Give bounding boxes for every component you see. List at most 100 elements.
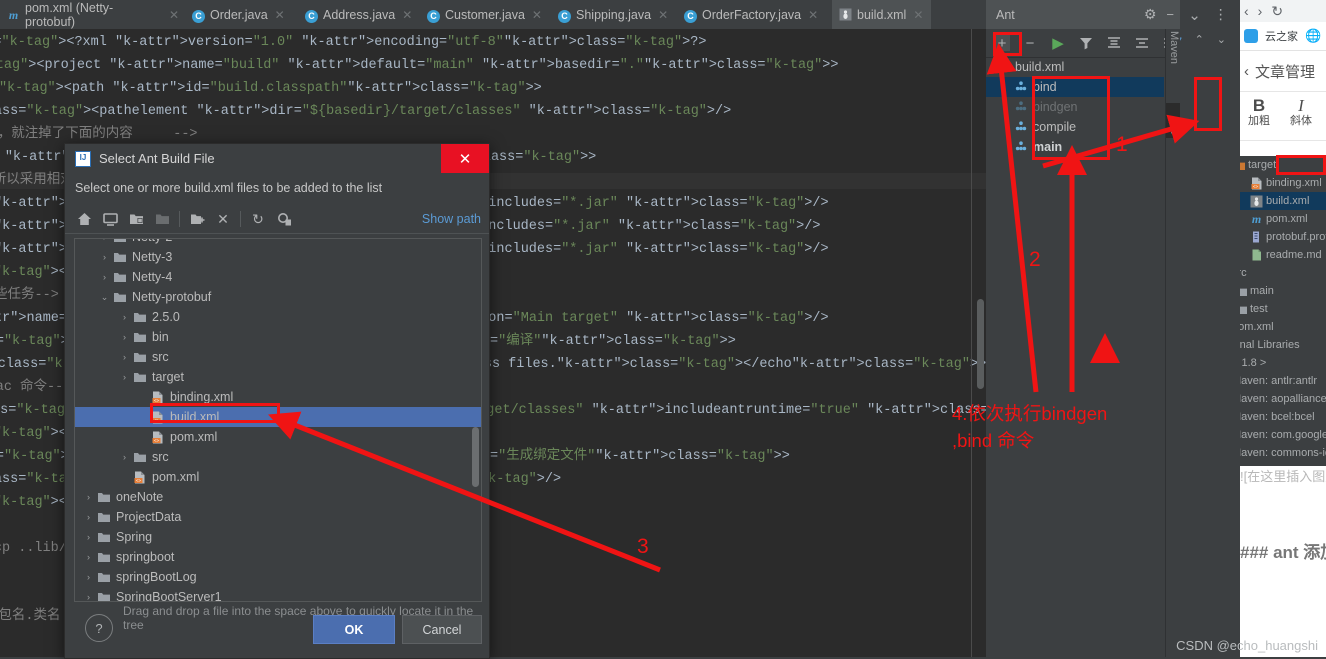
chevron-down-icon[interactable]: ⌄ bbox=[99, 292, 110, 303]
file-tree-label: springboot bbox=[116, 550, 175, 564]
forward-icon[interactable]: › bbox=[1258, 3, 1263, 19]
file-chooser-toolbar[interactable]: ✕ ↻ Show path bbox=[65, 205, 489, 234]
tab-bar-actions[interactable]: ⌄ ⋮ bbox=[1176, 0, 1240, 29]
more-options-icon[interactable]: ⋮ bbox=[1214, 6, 1228, 23]
right-tool-window-stripe[interactable]: Maven Ant bbox=[1165, 29, 1180, 657]
stripe-tab-ant[interactable]: Ant bbox=[1166, 103, 1180, 138]
file-tree-row-0[interactable]: › Netty-2 bbox=[75, 239, 481, 247]
file-tree-row-4[interactable]: › 2.5.0 bbox=[75, 307, 481, 327]
back-chevron-icon[interactable]: ‹ bbox=[1244, 63, 1249, 80]
dialog-close-button[interactable]: ✕ bbox=[441, 144, 489, 173]
close-tab-icon[interactable]: ✕ bbox=[275, 9, 285, 21]
ant-tree-row-build.xml[interactable]: build.xml bbox=[986, 57, 1164, 77]
editor-tab-2[interactable]: C Address.java ✕ bbox=[298, 0, 420, 29]
close-tab-icon[interactable]: ✕ bbox=[658, 9, 668, 21]
bookmark-label[interactable]: 云之家 bbox=[1265, 28, 1298, 44]
folder-icon bbox=[113, 251, 127, 264]
stripe-tab-maven[interactable]: Maven bbox=[1166, 31, 1180, 64]
md-tree-label: pom.xml bbox=[1240, 321, 1274, 333]
chevron-right-icon[interactable]: › bbox=[99, 252, 110, 262]
file-tree-row-5[interactable]: › bin bbox=[75, 327, 481, 347]
chevron-down-icon[interactable]: ⌄ bbox=[1188, 6, 1201, 24]
ok-button[interactable]: OK bbox=[313, 615, 395, 644]
file-tree-row-10[interactable]: <> pom.xml bbox=[75, 427, 481, 447]
chevron-right-icon[interactable]: › bbox=[119, 452, 130, 462]
file-tree-row-17[interactable]: › springBootLog bbox=[75, 567, 481, 587]
chevron-right-icon[interactable]: › bbox=[99, 272, 110, 282]
italic-button[interactable]: I 斜体 bbox=[1290, 96, 1312, 128]
article-manage-bar[interactable]: ‹ 文章管理 bbox=[1240, 51, 1326, 92]
close-tab-icon[interactable]: ✕ bbox=[402, 9, 412, 21]
file-tree-row-18[interactable]: › SpringBootServer1 bbox=[75, 587, 481, 602]
help-button[interactable]: ? bbox=[85, 614, 113, 642]
new-folder-button[interactable] bbox=[186, 209, 208, 229]
chevron-right-icon[interactable]: › bbox=[83, 512, 94, 522]
editor-tab-6[interactable]: build.xml ✕ bbox=[832, 0, 931, 29]
editor-tab-1[interactable]: C Order.java ✕ bbox=[185, 0, 298, 29]
file-tree-row-11[interactable]: › src bbox=[75, 447, 481, 467]
file-tree-row-6[interactable]: › src bbox=[75, 347, 481, 367]
show-hidden-button[interactable] bbox=[273, 209, 295, 229]
chevron-right-icon[interactable]: › bbox=[83, 552, 94, 562]
bold-button[interactable]: B 加粗 bbox=[1248, 96, 1270, 128]
file-tree-label: SpringBootServer1 bbox=[116, 590, 222, 602]
folder-icon bbox=[113, 291, 127, 304]
file-tree-row-13[interactable]: › oneNote bbox=[75, 487, 481, 507]
reload-icon[interactable]: ↻ bbox=[1271, 3, 1283, 20]
folder-icon bbox=[133, 351, 147, 364]
editor-tab-3[interactable]: C Customer.java ✕ bbox=[420, 0, 551, 29]
chevron-right-icon[interactable]: › bbox=[119, 332, 130, 342]
file-tree-row-14[interactable]: › ProjectData bbox=[75, 507, 481, 527]
prev-highlight-icon[interactable]: ⌃ bbox=[1195, 33, 1204, 46]
file-tree-row-3[interactable]: ⌄ Netty-protobuf bbox=[75, 287, 481, 307]
run-build-button[interactable]: ▶ bbox=[1050, 35, 1066, 51]
expand-all-button[interactable] bbox=[1106, 35, 1122, 51]
file-tree-scrollbar-thumb[interactable] bbox=[472, 427, 479, 487]
file-tree-row-1[interactable]: › Netty-3 bbox=[75, 247, 481, 267]
chevron-right-icon[interactable]: › bbox=[83, 572, 94, 582]
file-tree-label: Netty-protobuf bbox=[132, 290, 212, 304]
remove-build-file-button[interactable]: − bbox=[1022, 35, 1038, 51]
chevron-right-icon[interactable]: › bbox=[83, 592, 94, 601]
back-icon[interactable]: ‹ bbox=[1244, 3, 1249, 19]
close-tab-icon[interactable]: ✕ bbox=[169, 9, 179, 21]
editor-tab-4[interactable]: C Shipping.java ✕ bbox=[551, 0, 677, 29]
next-highlight-icon[interactable]: ⌄ bbox=[1217, 33, 1226, 46]
close-tab-icon[interactable]: ✕ bbox=[808, 9, 818, 21]
browser-nav-bar[interactable]: ‹ › ↻ bbox=[1240, 0, 1326, 22]
file-tree-row-15[interactable]: › Spring bbox=[75, 527, 481, 547]
collapse-all-button[interactable] bbox=[1134, 35, 1150, 51]
chevron-right-icon[interactable]: › bbox=[119, 312, 130, 322]
chevron-right-icon[interactable]: › bbox=[99, 239, 110, 242]
file-tree-row-12[interactable]: <> pom.xml bbox=[75, 467, 481, 487]
refresh-button[interactable]: ↻ bbox=[247, 209, 269, 229]
close-tab-icon[interactable]: ✕ bbox=[532, 9, 542, 21]
show-path-link[interactable]: Show path bbox=[422, 212, 481, 226]
editor-scrollbar-thumb[interactable] bbox=[977, 299, 984, 389]
editor-nav-arrows[interactable]: ⌃ ⌄ bbox=[1195, 33, 1226, 46]
gear-icon[interactable]: ⚙ bbox=[1144, 6, 1157, 23]
file-tree-row-2[interactable]: › Netty-4 bbox=[75, 267, 481, 287]
chevron-right-icon[interactable]: › bbox=[119, 372, 130, 382]
globe-icon[interactable]: 🌐 bbox=[1305, 28, 1321, 44]
close-tab-icon[interactable]: ✕ bbox=[913, 9, 923, 21]
chevron-right-icon[interactable]: › bbox=[83, 492, 94, 502]
bookmarks-bar[interactable]: 云之家 🌐 bbox=[1240, 22, 1326, 51]
editor-tab-5[interactable]: C OrderFactory.java ✕ bbox=[677, 0, 832, 29]
filter-targets-button[interactable] bbox=[1078, 35, 1094, 51]
file-tree-row-7[interactable]: › target bbox=[75, 367, 481, 387]
code-line: "k-attr">class="k-tag"><?xml "k-attr">ve… bbox=[0, 35, 707, 50]
module-dir-button[interactable] bbox=[151, 209, 173, 229]
project-dir-button[interactable] bbox=[125, 209, 147, 229]
markdown-format-toolbar[interactable]: B 加粗 I 斜体 bbox=[1240, 92, 1326, 141]
cancel-button[interactable]: Cancel bbox=[402, 615, 482, 644]
chevron-right-icon[interactable]: › bbox=[83, 532, 94, 542]
folder-icon bbox=[97, 571, 111, 584]
editor-tab-0[interactable]: m pom.xml (Netty-protobuf) ✕ bbox=[0, 0, 185, 29]
desktop-button[interactable] bbox=[99, 209, 121, 229]
file-tree-row-16[interactable]: › springboot bbox=[75, 547, 481, 567]
home-button[interactable] bbox=[73, 209, 95, 229]
delete-button[interactable]: ✕ bbox=[212, 209, 234, 229]
chevron-right-icon[interactable]: › bbox=[119, 352, 130, 362]
minimize-icon[interactable]: − bbox=[1166, 7, 1174, 22]
